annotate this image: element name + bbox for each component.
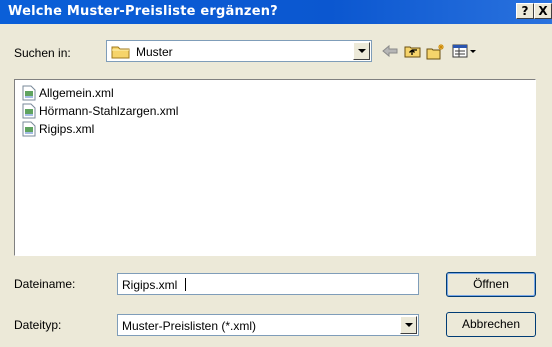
back-icon[interactable] [381, 43, 399, 62]
filetype-dropdown-button[interactable] [400, 316, 417, 334]
file-name: Allgemein.xml [39, 86, 114, 100]
xml-file-icon [21, 121, 37, 140]
dialog-title: Welche Muster-Preisliste ergänzen? [8, 4, 278, 19]
open-file-dialog: Welche Muster-Preisliste ergänzen? ? X S… [0, 0, 552, 347]
help-button[interactable]: ? [516, 3, 534, 19]
open-button[interactable]: Öffnen [446, 272, 536, 297]
filetype-value: Muster-Preislisten (*.xml) [122, 319, 257, 333]
text-caret [185, 278, 186, 291]
view-menu-icon[interactable] [452, 43, 478, 62]
up-one-level-icon[interactable] [404, 43, 422, 62]
filetype-select[interactable]: Muster-Preislisten (*.xml) [117, 314, 419, 336]
filename-input[interactable]: Rigips.xml [117, 273, 419, 295]
file-name: Hörmann-Stahlzargen.xml [39, 104, 179, 118]
look-in-value: Muster [136, 45, 173, 59]
xml-file-icon [21, 85, 37, 104]
new-folder-icon[interactable] [426, 43, 446, 63]
look-in-dropdown-button[interactable] [353, 42, 370, 60]
folder-icon [111, 44, 131, 62]
look-in-combobox[interactable]: Muster [106, 40, 372, 62]
title-bar[interactable]: Welche Muster-Preisliste ergänzen? ? X [0, 0, 552, 24]
xml-file-icon [21, 103, 37, 122]
file-name: Rigips.xml [39, 122, 95, 136]
file-list[interactable]: Allgemein.xml Hörmann-Stahlzargen.xml Ri… [14, 79, 536, 256]
filetype-label: Dateityp: [14, 318, 62, 332]
filename-label: Dateiname: [14, 277, 76, 291]
filename-value: Rigips.xml [122, 278, 178, 292]
close-button[interactable]: X [534, 3, 552, 19]
cancel-button[interactable]: Abbrechen [446, 312, 536, 337]
look-in-label: Suchen in: [14, 46, 71, 60]
